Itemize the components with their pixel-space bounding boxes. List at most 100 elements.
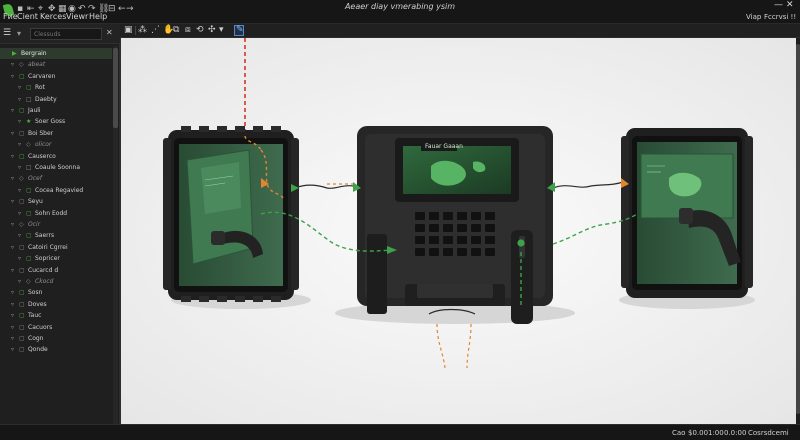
expand-caret-icon[interactable]: ▿ xyxy=(11,196,14,207)
tree-item[interactable]: ▿ ◇ abeat xyxy=(0,59,112,70)
menu-client[interactable]: Cient xyxy=(17,12,38,21)
forces-label[interactable]: Fccrvsi !! xyxy=(764,13,796,21)
tree-item[interactable]: ▿ ▢ Cogn xyxy=(0,333,112,344)
tree-item-label: Sosn xyxy=(28,289,43,297)
tree-item[interactable]: ▿ ▢ Tauc xyxy=(0,310,112,321)
tree-item[interactable]: ▿ ▢ Boi Sber xyxy=(0,128,112,139)
expand-caret-icon[interactable]: ▿ xyxy=(11,151,14,162)
expand-caret-icon[interactable]: ▿ xyxy=(18,139,21,150)
tree-item[interactable]: ▿ ▢ Rot xyxy=(0,82,112,93)
tree-item[interactable]: ▿ ◇ Ocef xyxy=(0,173,112,184)
tree-item[interactable]: ▿ ▢ Seyu xyxy=(0,196,112,207)
node-type-icon: ▢ xyxy=(19,107,25,114)
panel-close-icon[interactable]: ✕ xyxy=(106,28,113,37)
tree-item[interactable]: ▿ ▢ Doves xyxy=(0,299,112,310)
expand-caret-icon[interactable]: ▿ xyxy=(11,219,14,230)
tree-item[interactable]: ▿ ◇ olicor xyxy=(0,139,112,150)
toolbar-divider xyxy=(135,26,136,35)
tree-item[interactable]: ▿ ▢ Jauli xyxy=(0,105,112,116)
expand-caret-icon[interactable]: ▿ xyxy=(18,82,21,93)
frame-icon[interactable]: ▣ xyxy=(124,25,133,36)
expand-caret-icon[interactable]: ▿ xyxy=(11,105,14,116)
tree-item-label: Cucarcd d xyxy=(28,266,59,274)
expand-caret-icon[interactable]: ▿ xyxy=(11,322,14,333)
expand-caret-icon[interactable]: ▿ xyxy=(18,162,21,173)
menu-help[interactable]: Help xyxy=(89,12,107,21)
tree-item[interactable]: ▿ ▢ Cocea Regavied xyxy=(0,185,112,196)
waypoint-icon[interactable]: ⋰ xyxy=(151,25,160,36)
expand-caret-icon[interactable]: ▿ xyxy=(11,333,14,344)
status-cost: $0.00 xyxy=(688,429,709,437)
tree-item-label: Bergrain xyxy=(21,50,47,57)
tree-item[interactable]: ▿ ▢ Sopricer xyxy=(0,253,112,264)
component-icon[interactable]: ⧉ xyxy=(173,25,179,36)
filter-dropdown-icon[interactable]: ▾ xyxy=(17,29,21,38)
tree-item[interactable]: ▿ ▢ Cacuors xyxy=(0,322,112,333)
tree-item-label: Soer Goss xyxy=(35,118,66,126)
tree-item-label: Ocir xyxy=(28,221,41,228)
tree-item[interactable]: ▿ ◇ Ocir xyxy=(0,219,112,230)
tree-item-label: Ocef xyxy=(28,175,42,183)
viewport-scroll-thumb[interactable] xyxy=(796,44,800,414)
stack-icon[interactable]: ⧈ xyxy=(185,25,191,36)
tree-item[interactable]: ▶ Bergrain xyxy=(0,48,112,59)
tree-item[interactable]: ▿ ▢ Cucarcd d xyxy=(0,265,112,276)
expand-caret-icon[interactable]: ▿ xyxy=(18,116,21,127)
expand-caret-icon[interactable]: ▿ xyxy=(11,242,14,253)
expand-caret-icon[interactable]: ▿ xyxy=(11,299,14,310)
terminal-screen-title: Fauar Gaaan xyxy=(425,143,463,150)
close-button[interactable]: ✕ xyxy=(786,0,794,10)
node-type-icon: ▢ xyxy=(19,243,25,251)
hamburger-icon[interactable]: ☰ xyxy=(3,28,11,38)
tree-item[interactable]: ▿ □ Daebty xyxy=(0,94,112,105)
tree-item[interactable]: ▿ ▢ Catoiri Cgrrei xyxy=(0,242,112,253)
node-type-icon: ▢ xyxy=(19,289,25,297)
expand-caret-icon[interactable]: ▿ xyxy=(11,265,14,276)
orbit-icon[interactable]: ✣ xyxy=(208,25,216,36)
tree-item[interactable]: ▿ ▢ Carvaren xyxy=(0,71,112,82)
expand-caret-icon[interactable]: ▿ xyxy=(18,94,21,105)
pen-icon: ✎ xyxy=(236,25,244,35)
node-type-icon: ▢ xyxy=(19,335,25,342)
expand-caret-icon[interactable]: ▿ xyxy=(18,185,21,196)
menu-kerces[interactable]: Kerces xyxy=(40,12,66,21)
node-type-icon: ▢ xyxy=(19,72,25,80)
expand-caret-icon[interactable]: ▿ xyxy=(11,173,14,184)
node-type-icon: ◇ xyxy=(19,175,24,183)
node-type-icon: ▢ xyxy=(19,198,25,206)
expand-caret-icon[interactable]: ▿ xyxy=(18,253,21,264)
expand-caret-icon[interactable]: ▿ xyxy=(11,59,14,70)
tree-item[interactable]: ▿ ▢ Sohn Eodd xyxy=(0,208,112,219)
dropdown-icon[interactable]: ▾ xyxy=(219,25,224,36)
expand-caret-icon[interactable]: ▿ xyxy=(11,287,14,298)
tree-item-label: Tauc xyxy=(28,312,42,320)
3d-viewport[interactable]: Fauar Gaaan xyxy=(120,38,796,424)
tree-item[interactable]: ▿ ▢ Causerco xyxy=(0,151,112,162)
expand-caret-icon[interactable]: ▿ xyxy=(11,310,14,321)
menu-viewer[interactable]: Viewr xyxy=(66,12,88,21)
tree-item[interactable]: ▿ ▢ Sosn xyxy=(0,287,112,298)
tree-item-label: Sohn Eodd xyxy=(35,209,68,217)
expand-caret-icon[interactable]: ▿ xyxy=(11,128,14,139)
tree-item[interactable]: ▿ ▢ Saerrs xyxy=(0,230,112,241)
node-type-icon: ▢ xyxy=(19,323,25,331)
tree-item[interactable]: ▿ ◇ Ckocd xyxy=(0,276,112,287)
scene-render xyxy=(121,38,796,424)
outliner-scroll-thumb[interactable] xyxy=(113,48,118,128)
outliner-search-input[interactable] xyxy=(30,28,102,40)
tree-item[interactable]: ▿ ▢ Qonde xyxy=(0,344,112,355)
expand-caret-icon[interactable]: ▿ xyxy=(11,344,14,355)
expand-caret-icon[interactable]: ▿ xyxy=(18,276,21,287)
expand-caret-icon[interactable]: ▿ xyxy=(11,71,14,82)
expand-caret-icon[interactable]: ▿ xyxy=(18,230,21,241)
expand-caret-icon[interactable]: ▿ xyxy=(18,208,21,219)
view-label[interactable]: Viap xyxy=(746,13,761,21)
rotate-icon[interactable]: ⟲ xyxy=(196,25,204,36)
tree-item-label: Jauli xyxy=(28,107,41,114)
tree-item[interactable]: ▿ □ Coaule Soonna xyxy=(0,162,112,173)
node-graph-icon[interactable]: ⁂ xyxy=(138,25,147,36)
menu-file[interactable]: Fие xyxy=(3,12,18,21)
minimize-button[interactable]: — xyxy=(774,0,783,10)
tree-item[interactable]: ▿ ★ Soer Goss xyxy=(0,116,112,127)
tree-item-label: Qonde xyxy=(28,346,48,354)
